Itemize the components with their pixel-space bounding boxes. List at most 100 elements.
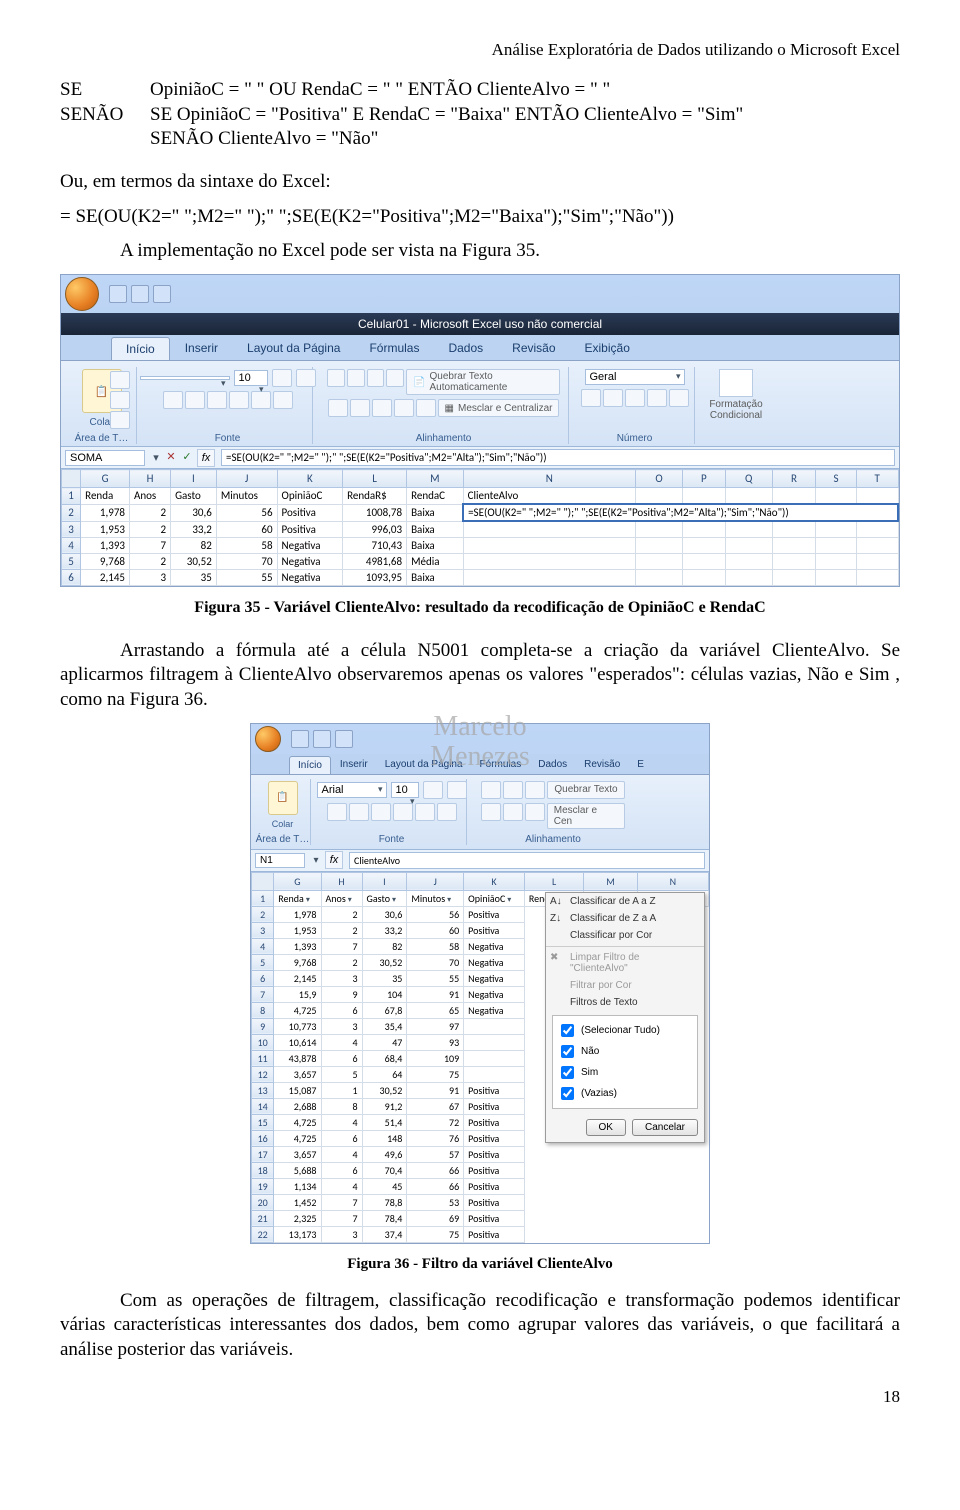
grid-cell[interactable]: 64	[362, 1066, 407, 1082]
grid-cell[interactable]: 97	[407, 1018, 464, 1034]
grid-cell[interactable]: Negativa	[464, 954, 525, 970]
header-cell[interactable]: Anos	[129, 488, 170, 505]
grid-cell[interactable]: Negativa	[464, 970, 525, 986]
grid-cell[interactable]	[463, 553, 635, 569]
grid-cell[interactable]: Baixa	[407, 504, 464, 521]
grid-cell[interactable]: Positiva	[464, 1194, 525, 1210]
grid-cell[interactable]: 5,688	[274, 1162, 321, 1178]
align-mid-icon-2[interactable]	[503, 781, 523, 799]
grid-cell[interactable]: 1093,95	[343, 569, 407, 585]
column-header[interactable]: J	[407, 872, 464, 890]
column-header[interactable]: K	[277, 470, 343, 488]
grid-cell[interactable]: 66	[407, 1178, 464, 1194]
grid-cell[interactable]: 1,978	[81, 504, 130, 521]
grid-cell[interactable]: 1,953	[274, 922, 321, 938]
increase-font-icon-2[interactable]	[423, 781, 443, 799]
grid-cell[interactable]: 67	[407, 1098, 464, 1114]
grid-cell[interactable]: 6	[321, 1130, 362, 1146]
wrap-text-button[interactable]: 📄Quebrar Texto Automaticamente	[406, 369, 560, 395]
grid-cell[interactable]: 7	[321, 1210, 362, 1226]
indent-dec-icon[interactable]	[394, 399, 414, 417]
paste-button-icon-2[interactable]: 📋	[268, 781, 298, 815]
grid-cell[interactable]: Negativa	[464, 938, 525, 954]
grid-cell[interactable]: 69	[407, 1210, 464, 1226]
grid-cell[interactable]: 15,9	[274, 986, 321, 1002]
filter-dropdown-icon[interactable]: ▾	[390, 895, 396, 905]
cut-icon[interactable]	[110, 371, 130, 389]
tab-inserir[interactable]: Inserir	[171, 337, 232, 360]
row-header[interactable]: 5	[62, 553, 81, 569]
italic-icon-2[interactable]	[349, 803, 369, 821]
grid-cell[interactable]: 2,688	[274, 1098, 321, 1114]
grid-cell[interactable]: 710,43	[343, 537, 407, 553]
office-button-icon[interactable]	[65, 277, 99, 311]
grid-cell[interactable]: 9	[321, 986, 362, 1002]
name-box-2[interactable]: N1	[255, 853, 305, 868]
grid-cell[interactable]: 66	[407, 1162, 464, 1178]
tab-dados[interactable]: Dados	[434, 337, 497, 360]
row-header[interactable]: 6	[252, 970, 274, 986]
grid-cell[interactable]: Positiva	[464, 1226, 525, 1242]
grid-cell[interactable]: 30,52	[171, 553, 217, 569]
column-header[interactable]: M	[584, 872, 637, 890]
column-header[interactable]: Q	[725, 470, 772, 488]
align-bot-icon-2[interactable]	[525, 781, 545, 799]
decrease-font-icon[interactable]	[296, 369, 316, 387]
office-button-icon-2[interactable]	[255, 726, 281, 752]
grid-cell[interactable]: 60	[216, 521, 277, 537]
column-header[interactable]: N	[463, 470, 635, 488]
header-cell[interactable]: OpiniãoC▾	[464, 890, 525, 906]
grid-cell[interactable]	[725, 553, 772, 569]
row-header[interactable]: 2	[252, 906, 274, 922]
grid-cell[interactable]: 60	[407, 922, 464, 938]
header-cell[interactable]	[636, 488, 683, 505]
grid-cell[interactable]: Positiva	[464, 1082, 525, 1098]
grid-cell[interactable]: 49,6	[362, 1146, 407, 1162]
grid-cell[interactable]: 4,725	[274, 1130, 321, 1146]
header-cell[interactable]: RendaC	[407, 488, 464, 505]
grid-cell[interactable]: Positiva	[464, 1098, 525, 1114]
grid-cell[interactable]	[725, 521, 772, 537]
tab-revisao-2[interactable]: Revisão	[576, 756, 628, 774]
qat-undo-icon[interactable]	[131, 285, 149, 303]
fx-icon-2[interactable]: fx	[325, 851, 343, 869]
grid-cell[interactable]	[683, 569, 725, 585]
grid-cell[interactable]: 4,725	[274, 1114, 321, 1130]
grid-cell[interactable]: Positiva	[464, 1130, 525, 1146]
grid-cell[interactable]: 2	[321, 922, 362, 938]
grid-cell[interactable]: 1,953	[81, 521, 130, 537]
merge-center-button-2[interactable]: Mesclar e Cen	[547, 803, 625, 829]
header-cell[interactable]	[725, 488, 772, 505]
name-box-dropdown-icon[interactable]: ▾	[149, 451, 163, 464]
grid-cell[interactable]: 82	[171, 537, 217, 553]
row-header[interactable]: 10	[252, 1034, 274, 1050]
grid-cell[interactable]: 78,8	[362, 1194, 407, 1210]
qat-save-icon[interactable]	[109, 285, 127, 303]
align-top-icon-2[interactable]	[481, 781, 501, 799]
grid-cell[interactable]	[725, 569, 772, 585]
grid-cell[interactable]	[856, 521, 898, 537]
align-bot-icon[interactable]	[367, 369, 385, 387]
grid-cell[interactable]: Negativa	[464, 1002, 525, 1018]
grid-cell[interactable]	[636, 521, 683, 537]
grid-cell[interactable]	[816, 521, 857, 537]
grid-cell[interactable]: Baixa	[407, 521, 464, 537]
conditional-formatting-icon[interactable]	[719, 369, 753, 397]
grid-cell[interactable]: Positiva	[464, 1178, 525, 1194]
grid-cell[interactable]: 68,4	[362, 1050, 407, 1066]
column-header[interactable]: H	[321, 872, 362, 890]
grid-cell[interactable]: 4	[321, 1114, 362, 1130]
grid-cell[interactable]: 10,773	[274, 1018, 321, 1034]
header-cell[interactable]: Anos▾	[321, 890, 362, 906]
row-header[interactable]: 1	[252, 890, 274, 906]
align-center-icon-2[interactable]	[503, 803, 523, 821]
grid-cell[interactable]: 10,614	[274, 1034, 321, 1050]
grid-cell[interactable]: Negativa	[277, 553, 343, 569]
grid-cell[interactable]	[463, 521, 635, 537]
qat-save-icon-2[interactable]	[291, 730, 309, 748]
grid-cell[interactable]: 148	[362, 1130, 407, 1146]
grid-cell[interactable]: 37,4	[362, 1226, 407, 1242]
grid-cell[interactable]: 35,4	[362, 1018, 407, 1034]
grid-cell[interactable]: 1	[321, 1082, 362, 1098]
grid-cell[interactable]: Positiva	[464, 1210, 525, 1226]
